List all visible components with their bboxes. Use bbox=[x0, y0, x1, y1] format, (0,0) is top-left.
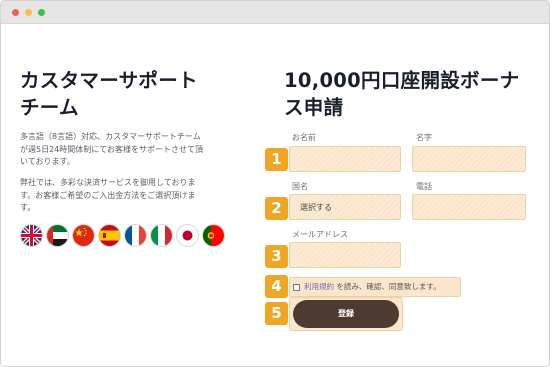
support-title: カスタマーサポート チーム bbox=[20, 69, 198, 119]
step-number-3: 3 bbox=[265, 245, 288, 268]
phone-label: 電話 bbox=[416, 182, 432, 191]
minimize-window-button[interactable] bbox=[25, 9, 32, 16]
country-select[interactable]: 選択する bbox=[289, 194, 401, 220]
portugal-flag-icon[interactable] bbox=[203, 225, 224, 246]
terms-text: を読み、確認、同意致します。 bbox=[334, 282, 441, 291]
window-titlebar bbox=[1, 1, 549, 24]
spain-flag-icon[interactable] bbox=[99, 225, 120, 246]
terms-agreement[interactable]: 利用規約 を読み、確認、同意致します。 bbox=[289, 277, 461, 297]
payment-description: 弊社では、多彩な決済サービスを御用しておりま す。お客様ご希望のご入出金方法をご… bbox=[20, 178, 196, 212]
first-name-input[interactable] bbox=[412, 146, 526, 172]
italy-flag-icon[interactable] bbox=[151, 225, 172, 246]
step-number-2: 2 bbox=[265, 197, 288, 220]
step-number-1: 1 bbox=[265, 148, 288, 171]
terms-link[interactable]: 利用規約 bbox=[304, 282, 334, 291]
email-label: メールアドレス bbox=[292, 230, 348, 239]
support-description: 多言語（8言語）対応、カスタマーサポートチーム が週5日24時間体制にてお客様を… bbox=[20, 132, 204, 166]
first-name-label: 名字 bbox=[416, 133, 432, 142]
terms-checkbox[interactable] bbox=[293, 283, 300, 291]
browser-window: カスタマーサポート チーム 多言語（8言語）対応、カスタマーサポートチーム が週… bbox=[0, 0, 550, 367]
register-button[interactable]: 登録 bbox=[293, 300, 399, 328]
submit-highlight: 登録 bbox=[289, 297, 403, 331]
last-name-label: お名前 bbox=[292, 133, 316, 142]
step-number-5: 5 bbox=[265, 302, 288, 325]
support-section: カスタマーサポート チーム 多言語（8言語）対応、カスタマーサポートチーム が週… bbox=[20, 67, 260, 212]
close-window-button[interactable] bbox=[12, 9, 19, 16]
country-label: 国名 bbox=[292, 182, 308, 191]
phone-input[interactable] bbox=[412, 194, 526, 220]
china-flag-icon[interactable] bbox=[73, 225, 94, 246]
japan-flag-icon[interactable] bbox=[177, 225, 198, 246]
france-flag-icon[interactable] bbox=[125, 225, 146, 246]
step-number-4: 4 bbox=[265, 275, 288, 298]
email-input[interactable] bbox=[289, 242, 401, 268]
signup-section: 10,000円口座開設ボーナ ス申請 bbox=[284, 67, 544, 121]
country-select-value: 選択する bbox=[300, 203, 332, 212]
bonus-form-title: 10,000円口座開設ボーナ ス申請 bbox=[284, 69, 520, 119]
last-name-input[interactable] bbox=[289, 146, 401, 172]
zoom-window-button[interactable] bbox=[38, 9, 45, 16]
uk-flag-icon[interactable] bbox=[21, 225, 42, 246]
uae-flag-icon[interactable] bbox=[47, 225, 68, 246]
